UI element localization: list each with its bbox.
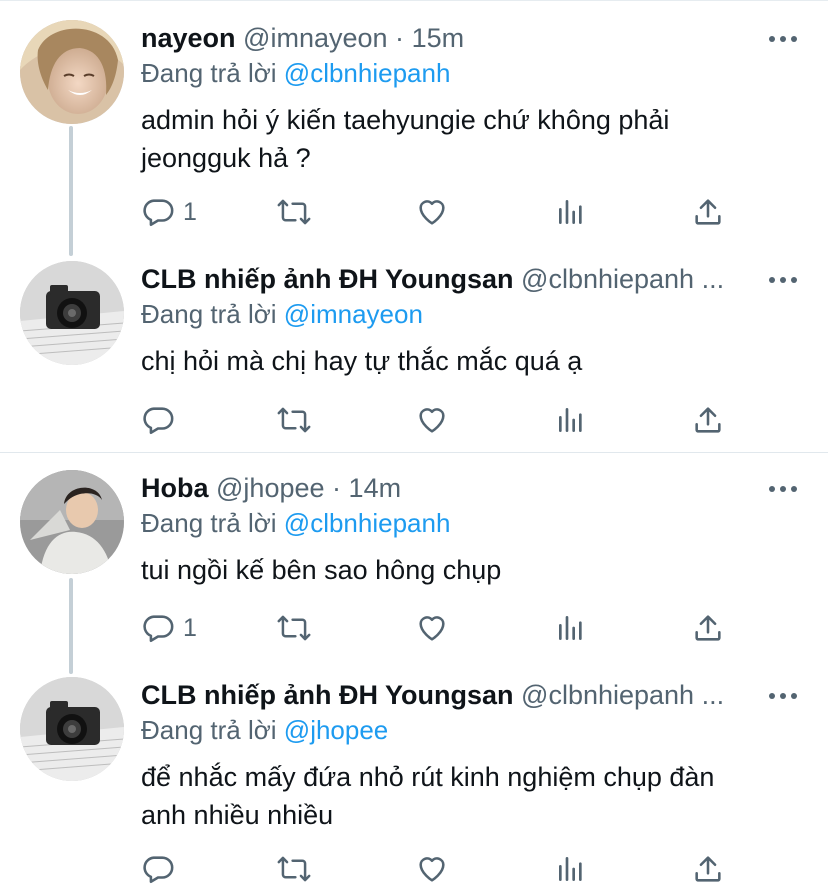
mention-link[interactable]: @clbnhiepanh (284, 58, 451, 88)
replying-to: Đang trả lời @imnayeon (141, 299, 423, 330)
bar-chart-icon (555, 195, 587, 229)
retweet-button[interactable] (276, 608, 312, 648)
tweet-text-line: chị hỏi mà chị hay tự thắc mắc quá ạ (141, 346, 583, 376)
heart-icon (415, 195, 449, 229)
replying-to-label: Đang trả lời (141, 58, 277, 88)
tweet-header: nayeon @imnayeon · 15m (141, 18, 761, 58)
like-button[interactable] (415, 400, 449, 440)
user-handle[interactable]: @jhopee (216, 473, 325, 503)
more-dots-icon[interactable] (766, 24, 800, 54)
avatar[interactable] (20, 470, 124, 574)
retweet-icon (276, 403, 312, 437)
thread-line (69, 578, 73, 674)
bar-chart-icon (555, 852, 587, 886)
reply-count: 1 (183, 197, 197, 226)
display-name[interactable]: nayeon (141, 23, 236, 53)
views-button[interactable] (555, 608, 587, 648)
mention-link[interactable]: @imnayeon (284, 299, 423, 329)
action-bar: 1 (141, 192, 741, 232)
more-dots-icon[interactable] (766, 681, 800, 711)
display-name[interactable]: CLB nhiếp ảnh ĐH Youngsan (141, 264, 514, 294)
user-handle[interactable]: @clbnhiepanh ... (521, 680, 724, 710)
retweet-button[interactable] (276, 192, 312, 232)
replying-to-label: Đang trả lời (141, 715, 277, 745)
speech-bubble-icon (141, 611, 175, 645)
share-icon (691, 852, 725, 886)
retweet-icon (276, 852, 312, 886)
share-button[interactable] (691, 400, 725, 440)
retweet-button[interactable] (276, 400, 312, 440)
reply-count: 1 (183, 613, 197, 642)
reply-button[interactable] (141, 400, 183, 440)
tweet-text: chị hỏi mà chị hay tự thắc mắc quá ạ (141, 342, 791, 380)
replying-to: Đang trả lời @jhopee (141, 715, 388, 746)
speech-bubble-icon (141, 852, 175, 886)
replying-to: Đang trả lời @clbnhiepanh (141, 58, 450, 89)
tweet-text-line: admin hỏi ý kiến taehyungie chứ không ph… (141, 105, 670, 135)
mention-link[interactable]: @jhopee (284, 715, 388, 745)
tweet-header: CLB nhiếp ảnh ĐH Youngsan @clbnhiepanh .… (141, 675, 761, 715)
timestamp[interactable]: 14m (349, 473, 402, 503)
thread-divider (0, 452, 828, 453)
reply-button[interactable]: 1 (141, 192, 197, 232)
speech-bubble-icon (141, 195, 175, 229)
like-button[interactable] (415, 849, 449, 889)
avatar[interactable] (20, 677, 124, 781)
heart-icon (415, 852, 449, 886)
retweet-icon (276, 611, 312, 645)
tweet-header: CLB nhiếp ảnh ĐH Youngsan @clbnhiepanh .… (141, 259, 761, 299)
tweet-text-line: jeongguk hả ? (141, 143, 311, 173)
share-icon (691, 195, 725, 229)
separator-dot: · (332, 473, 342, 503)
display-name[interactable]: CLB nhiếp ảnh ĐH Youngsan (141, 680, 514, 710)
bar-chart-icon (555, 611, 587, 645)
speech-bubble-icon (141, 403, 175, 437)
user-handle[interactable]: @imnayeon (243, 23, 387, 53)
separator-dot: · (395, 23, 405, 53)
share-icon (691, 403, 725, 437)
tweet-text-line: tui ngồi kế bên sao hông chụp (141, 555, 502, 585)
tweet-text-line: anh nhiều nhiều (141, 800, 334, 830)
replying-to: Đang trả lời @clbnhiepanh (141, 508, 450, 539)
action-bar (141, 400, 741, 440)
retweet-icon (276, 195, 312, 229)
tweet-header: Hoba @jhopee · 14m (141, 468, 761, 508)
share-button[interactable] (691, 192, 725, 232)
heart-icon (415, 611, 449, 645)
replying-to-label: Đang trả lời (141, 508, 277, 538)
tweet-text-line: để nhắc mấy đứa nhỏ rút kinh nghiệm chụp… (141, 762, 715, 792)
more-dots-icon[interactable] (766, 474, 800, 504)
timestamp[interactable]: 15m (412, 23, 465, 53)
share-button[interactable] (691, 849, 725, 889)
heart-icon (415, 403, 449, 437)
reply-button[interactable] (141, 849, 183, 889)
retweet-button[interactable] (276, 849, 312, 889)
tweet-text: admin hỏi ý kiến taehyungie chứ không ph… (141, 101, 791, 177)
views-button[interactable] (555, 849, 587, 889)
tweet-text: tui ngồi kế bên sao hông chụp (141, 551, 791, 589)
share-icon (691, 611, 725, 645)
bar-chart-icon (555, 403, 587, 437)
tweet-text: để nhắc mấy đứa nhỏ rút kinh nghiệm chụp… (141, 758, 791, 834)
views-button[interactable] (555, 400, 587, 440)
display-name[interactable]: Hoba (141, 473, 209, 503)
like-button[interactable] (415, 192, 449, 232)
replying-to-label: Đang trả lời (141, 299, 277, 329)
thread-line (69, 126, 73, 256)
user-handle[interactable]: @clbnhiepanh ... (521, 264, 724, 294)
top-divider (0, 0, 828, 1)
reply-button[interactable]: 1 (141, 608, 197, 648)
action-bar: 1 (141, 608, 741, 648)
action-bar (141, 849, 741, 889)
avatar[interactable] (20, 261, 124, 365)
mention-link[interactable]: @clbnhiepanh (284, 508, 451, 538)
like-button[interactable] (415, 608, 449, 648)
share-button[interactable] (691, 608, 725, 648)
more-dots-icon[interactable] (766, 265, 800, 295)
views-button[interactable] (555, 192, 587, 232)
avatar[interactable] (20, 20, 124, 124)
